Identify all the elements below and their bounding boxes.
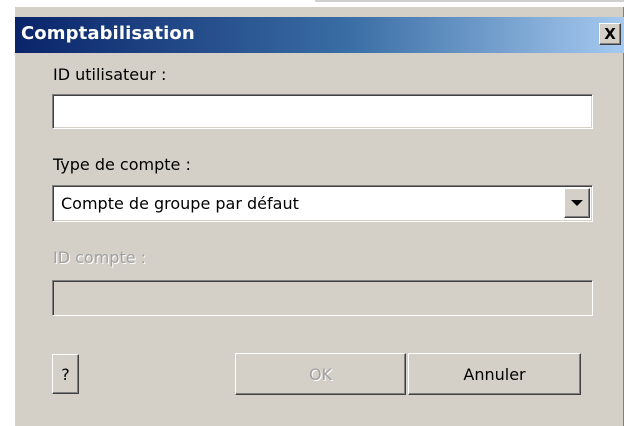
cancel-button[interactable]: Annuler xyxy=(408,353,581,395)
close-icon: X xyxy=(604,24,616,43)
title-bar[interactable]: Comptabilisation X xyxy=(15,17,624,53)
cancel-button-label: Annuler xyxy=(463,364,526,384)
help-button[interactable]: ? xyxy=(52,354,79,394)
close-button[interactable]: X xyxy=(599,23,621,45)
user-id-label: ID utilisateur : xyxy=(53,65,167,84)
account-id-label: ID compte : xyxy=(53,248,147,267)
background-edge xyxy=(315,0,624,2)
account-type-value: Compte de groupe par défaut xyxy=(61,194,299,213)
screen: Comptabilisation X ID utilisateur : Type… xyxy=(0,0,624,426)
user-id-input[interactable] xyxy=(52,94,593,129)
accounting-dialog: Comptabilisation X ID utilisateur : Type… xyxy=(14,6,624,426)
help-button-label: ? xyxy=(61,364,70,384)
account-type-label: Type de compte : xyxy=(53,155,191,174)
dropdown-button[interactable] xyxy=(564,188,590,218)
account-id-input xyxy=(52,280,593,316)
account-type-select[interactable]: Compte de groupe par défaut xyxy=(52,185,593,222)
ok-button-label: OK xyxy=(308,364,333,384)
dialog-title: Comptabilisation xyxy=(21,23,195,44)
chevron-down-icon xyxy=(571,200,583,206)
ok-button: OK xyxy=(235,353,406,395)
